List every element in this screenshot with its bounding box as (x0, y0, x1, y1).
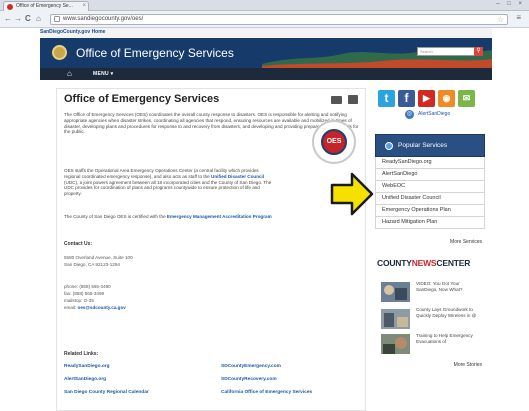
youtube-icon[interactable]: ▶ (418, 90, 435, 107)
news-headline[interactable]: Training to Help Emergency Evacuations o… (416, 333, 482, 344)
browser-toolbar: ← → C ⌂ www.sandiegocounty.gov/oes/ ☆ ≡ (0, 11, 529, 28)
oes-logo-icon: OES (312, 120, 356, 164)
search-input[interactable]: Search ⚲ (417, 47, 483, 56)
county-news-center-logo: COUNTYNEWSCENTER (377, 258, 471, 268)
address-line: San Diego, CA 92123-1294 (64, 262, 120, 267)
popular-services-header: Popular Services (375, 134, 485, 157)
mailstop-text: mailstop: O-35 (64, 298, 94, 303)
forward-icon[interactable]: → (14, 14, 22, 24)
related-link[interactable]: California Office of Emergency Services (221, 390, 312, 395)
related-link[interactable]: ReadySanDiego.org (64, 364, 110, 369)
alertsandiego-link[interactable]: AlertSanDiego (418, 111, 450, 117)
site-menubar: ⌂ MENU ▾ (40, 68, 492, 80)
menu-icon[interactable]: ≡ (516, 13, 521, 22)
county-home-link[interactable]: SanDiegoCounty.gov Home (40, 29, 105, 35)
service-link[interactable]: Emergency Operations Plan (375, 205, 485, 217)
browser-tab[interactable]: Office of Emergency Se... × (3, 1, 89, 11)
address-bar[interactable]: www.sandiegocounty.gov/oes/ ☆ (50, 14, 508, 25)
alert-icon: ◎ (405, 110, 414, 119)
back-icon[interactable]: ← (4, 14, 12, 24)
url-text: www.sandiegocounty.gov/oes/ (63, 16, 144, 22)
service-link[interactable]: AlertSanDiego (375, 169, 485, 181)
menu-button[interactable]: MENU ▾ (93, 71, 113, 77)
top-strip: SanDiegoCounty.gov Home (40, 28, 492, 38)
email-link[interactable]: oes@sdcounty.ca.gov (78, 305, 126, 310)
annotation-arrow-icon (330, 172, 374, 216)
staff-paragraph: OES staffs the Operational Area Emergenc… (64, 168, 272, 197)
window-controls[interactable]: – □ × (496, 1, 525, 7)
popular-services-icon (385, 142, 393, 150)
contact-heading: Contact Us: (64, 241, 93, 247)
browser-tabstrip: Office of Emergency Se... × – □ × (0, 0, 529, 11)
home-icon[interactable]: ⌂ (36, 14, 41, 24)
service-link[interactable]: WebEOC (375, 181, 485, 193)
email-subscribe-icon[interactable]: ✉ (458, 90, 475, 107)
phone-text: phone: (858) 565-3490 (64, 284, 111, 289)
site-home-icon[interactable]: ⌂ (67, 70, 72, 78)
oes-logo-text: OES (321, 129, 347, 155)
search-icon[interactable]: ⚲ (474, 47, 483, 56)
service-link[interactable]: Unified Disaster Council (375, 193, 485, 205)
more-services-link[interactable]: More Services (430, 239, 482, 245)
related-link[interactable]: SDCountyEmergency.com (221, 364, 281, 369)
tab-title: Office of Emergency Se... (16, 3, 73, 9)
facebook-icon[interactable]: f (398, 90, 415, 107)
related-heading: Related Links: (64, 351, 99, 357)
favicon-icon (7, 4, 13, 10)
rss-icon[interactable]: ◉ (438, 90, 455, 107)
certification-paragraph: The County of San Diego OES is certified… (64, 214, 272, 219)
reload-icon[interactable]: C (25, 14, 31, 24)
news-headline[interactable]: County Lays Groundwork to Quickly Deploy… (416, 307, 482, 318)
page-title: Office of Emergency Services (64, 93, 220, 105)
county-seal-icon (52, 45, 67, 60)
news-thumbnail[interactable] (381, 334, 410, 354)
email-line: email: oes@sdcounty.ca.gov (64, 305, 126, 310)
service-link[interactable]: ReadySanDiego.org (375, 157, 485, 169)
twitter-icon[interactable]: t (378, 90, 395, 107)
star-icon[interactable]: ☆ (497, 15, 504, 24)
more-stories-link[interactable]: More Stories (430, 362, 482, 368)
close-icon[interactable]: × (82, 2, 86, 11)
related-link[interactable]: SDCountyRecovery.com (221, 377, 277, 382)
page-icon (54, 16, 60, 22)
popular-services-title: Popular Services (398, 142, 448, 149)
related-link[interactable]: San Diego County Regional Calendar (64, 390, 149, 395)
udc-link[interactable]: Unified Disaster Council (211, 174, 264, 179)
service-link[interactable]: Hazard Mitigation Plan (375, 217, 485, 229)
news-headline[interactable]: VIDEO: You Got Your SanDiego, Now What? (416, 281, 482, 292)
emap-link[interactable]: Emergency Management Accreditation Progr… (167, 214, 272, 219)
fax-text: fax: (858) 565-3499 (64, 291, 105, 296)
address-line: 5580 Overland Avenue, Suite 100 (64, 255, 133, 260)
site-title: Office of Emergency Services (76, 46, 234, 60)
news-thumbnail[interactable] (381, 282, 410, 302)
related-link[interactable]: AlertSanDiego.org (64, 377, 106, 382)
news-thumbnail[interactable] (381, 309, 410, 329)
print-icon[interactable] (348, 95, 358, 104)
site-header: Office of Emergency Services Search ⚲ (40, 38, 492, 68)
email-icon[interactable] (331, 96, 342, 104)
